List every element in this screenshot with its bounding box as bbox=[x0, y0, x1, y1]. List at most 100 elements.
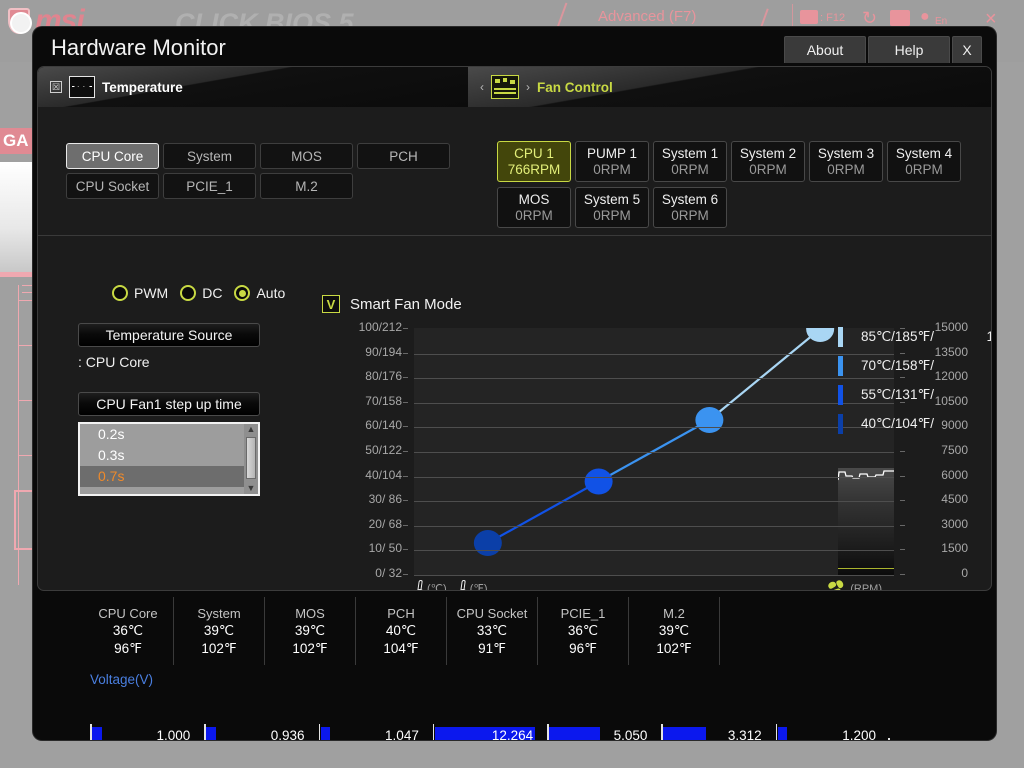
step-option-02s[interactable]: 0.2s bbox=[80, 424, 258, 445]
step-up-time-header[interactable]: CPU Fan1 step up time bbox=[78, 392, 260, 416]
legend-color-swatch bbox=[838, 384, 843, 405]
section-tab-temperature[interactable]: ☒ Temperature bbox=[38, 67, 468, 107]
y-tick-left: 40/104 bbox=[365, 467, 402, 482]
page-title: Hardware Monitor bbox=[51, 35, 226, 60]
fan-name: PUMP 1 bbox=[586, 145, 638, 161]
y-tickmark-left bbox=[403, 451, 408, 452]
y-tickmark-left bbox=[403, 426, 408, 428]
y-tick-left: 100/212 bbox=[358, 320, 402, 334]
temp-tab-pch[interactable]: PCH bbox=[357, 143, 450, 169]
y-tickmark-right bbox=[900, 451, 905, 452]
legend-row: 40℃/104℉/ 13% bbox=[838, 409, 991, 438]
fan-graph-icon bbox=[491, 75, 519, 99]
background-accent bbox=[14, 490, 34, 550]
sensor-celsius: 39℃ bbox=[294, 622, 326, 638]
voltage-value: 1.047 bbox=[385, 728, 419, 740]
help-button[interactable]: Help bbox=[868, 36, 950, 63]
background-accent bbox=[18, 300, 34, 301]
curve-point-2[interactable] bbox=[695, 407, 724, 434]
scroll-up-arrow-icon[interactable]: ▲ bbox=[247, 424, 256, 435]
curve-point-3[interactable] bbox=[806, 328, 835, 342]
fan-button-system-5[interactable]: System 5 0RPM bbox=[575, 187, 649, 228]
rpm-unit-label: (RPM) bbox=[850, 582, 882, 591]
voltage-bar-strip: 1.000CPU Core0.936CPU I/O1.047CPU SA12.2… bbox=[90, 724, 890, 740]
voltage-value: 1.000 bbox=[156, 728, 191, 740]
sensor-name: CPU Core bbox=[98, 605, 158, 621]
sensor-system: System 39℃ 102℉ bbox=[174, 597, 265, 665]
temperature-source-value: : CPU Core bbox=[78, 354, 150, 370]
fan-button-pump-1[interactable]: PUMP 1 0RPM bbox=[575, 141, 649, 182]
y-tick-left: 60/140 bbox=[365, 418, 402, 433]
temp-tab-cpu-core[interactable]: CPU Core bbox=[66, 143, 159, 169]
next-arrow-icon[interactable]: › bbox=[526, 80, 530, 94]
fan-control-column: PWM DC Auto Temperature Source : CPU Cor… bbox=[68, 245, 298, 496]
clock-icon bbox=[10, 12, 32, 34]
expand-checkbox-icon[interactable]: ☒ bbox=[50, 81, 62, 93]
step-up-time-list[interactable]: 0.2s 0.3s 0.7s ▲ ▼ bbox=[78, 422, 260, 496]
fan-button-system-4[interactable]: System 4 0RPM bbox=[887, 141, 961, 182]
step-list-scrollbar[interactable]: ▲ ▼ bbox=[244, 424, 258, 494]
background-accent bbox=[18, 345, 34, 346]
temperature-tab-row: CPU Core System MOS PCH bbox=[66, 143, 466, 169]
fan-name: System 1 bbox=[661, 145, 719, 161]
language-label: En bbox=[935, 16, 948, 27]
prev-arrow-icon[interactable]: ‹ bbox=[480, 80, 484, 94]
fan-button-system-6[interactable]: System 6 0RPM bbox=[653, 187, 727, 228]
sensor-readout-strip: CPU Core 36℃ 96℉ System 39℃ 102℉ MOS 39℃… bbox=[37, 597, 992, 665]
about-button[interactable]: About bbox=[784, 36, 866, 63]
radio-dc[interactable] bbox=[180, 285, 197, 301]
curve-point-1[interactable] bbox=[584, 468, 613, 495]
fan-name: System 4 bbox=[895, 145, 953, 161]
sensor-cpu-socket: CPU Socket 33℃ 91℉ bbox=[447, 597, 538, 665]
radio-auto[interactable] bbox=[234, 285, 251, 301]
scroll-down-arrow-icon[interactable]: ▼ bbox=[247, 483, 256, 494]
smart-fan-mode-row: V Smart Fan Mode bbox=[322, 295, 462, 313]
radio-label-dc: DC bbox=[202, 285, 223, 301]
radio-pwm[interactable] bbox=[112, 285, 128, 301]
background-accent bbox=[18, 400, 34, 401]
section-tab-fan-control[interactable]: ‹ › Fan Control bbox=[468, 67, 991, 107]
temp-tab-mos[interactable]: MOS bbox=[260, 143, 353, 169]
step-option-03s[interactable]: 0.3s bbox=[80, 445, 258, 466]
close-button[interactable]: X bbox=[952, 36, 982, 63]
fan-button-mos[interactable]: MOS 0RPM bbox=[497, 187, 571, 228]
sensor-fahrenheit: 96℉ bbox=[114, 640, 142, 656]
gridline bbox=[414, 526, 894, 527]
fan-rpm: 0RPM bbox=[671, 161, 709, 177]
fan-button-system-1[interactable]: System 1 0RPM bbox=[653, 141, 727, 182]
sensor-fahrenheit: 102℉ bbox=[656, 640, 692, 656]
thermometer-icon bbox=[458, 580, 467, 590]
fan-name: CPU 1 bbox=[514, 145, 554, 161]
voltage-value: 12.264 bbox=[491, 728, 534, 740]
gridline bbox=[414, 378, 894, 379]
gridline bbox=[414, 354, 894, 355]
temperature-tab-group: CPU Core System MOS PCH CPU Socket PCIE_… bbox=[66, 143, 466, 203]
voltage-value: 1.200 bbox=[842, 728, 876, 740]
y-tick-left: 50/122 bbox=[365, 443, 402, 457]
y-tickmark-left bbox=[403, 328, 408, 329]
fan-button-system-3[interactable]: System 3 0RPM bbox=[809, 141, 883, 182]
step-option-07s[interactable]: 0.7s bbox=[80, 466, 258, 487]
fan-rpm: 0RPM bbox=[827, 161, 865, 177]
temp-tab-pcie-1[interactable]: PCIE_1 bbox=[163, 173, 256, 199]
temp-tab-system[interactable]: System bbox=[163, 143, 256, 169]
curve-point-0[interactable] bbox=[473, 530, 502, 557]
smart-fan-mode-checkbox[interactable]: V bbox=[322, 295, 340, 313]
legend-row: 70℃/158℉/ 63% bbox=[838, 351, 991, 380]
temp-tab-cpu-socket[interactable]: CPU Socket bbox=[66, 173, 159, 199]
legend-percent: 13% bbox=[979, 416, 991, 431]
scrollbar-thumb[interactable] bbox=[246, 437, 256, 479]
fan-name: System 3 bbox=[817, 145, 875, 161]
legend-color-swatch bbox=[838, 355, 843, 376]
y-tickmark-right bbox=[900, 500, 905, 502]
temp-tab-m2[interactable]: M.2 bbox=[260, 173, 353, 199]
refresh-icon: ↻ bbox=[862, 8, 878, 28]
legend-color-swatch bbox=[838, 413, 843, 434]
sensor-celsius: 40℃ bbox=[385, 622, 417, 638]
sensor-celsius: 36℃ bbox=[567, 622, 599, 638]
temperature-source-header[interactable]: Temperature Source bbox=[78, 323, 260, 347]
fan-button-cpu-1[interactable]: CPU 1 766RPM bbox=[497, 141, 571, 182]
fan-button-system-2[interactable]: System 2 0RPM bbox=[731, 141, 805, 182]
legend-percent: 100% bbox=[979, 329, 991, 344]
y-tick-right: 1500 bbox=[941, 541, 968, 556]
